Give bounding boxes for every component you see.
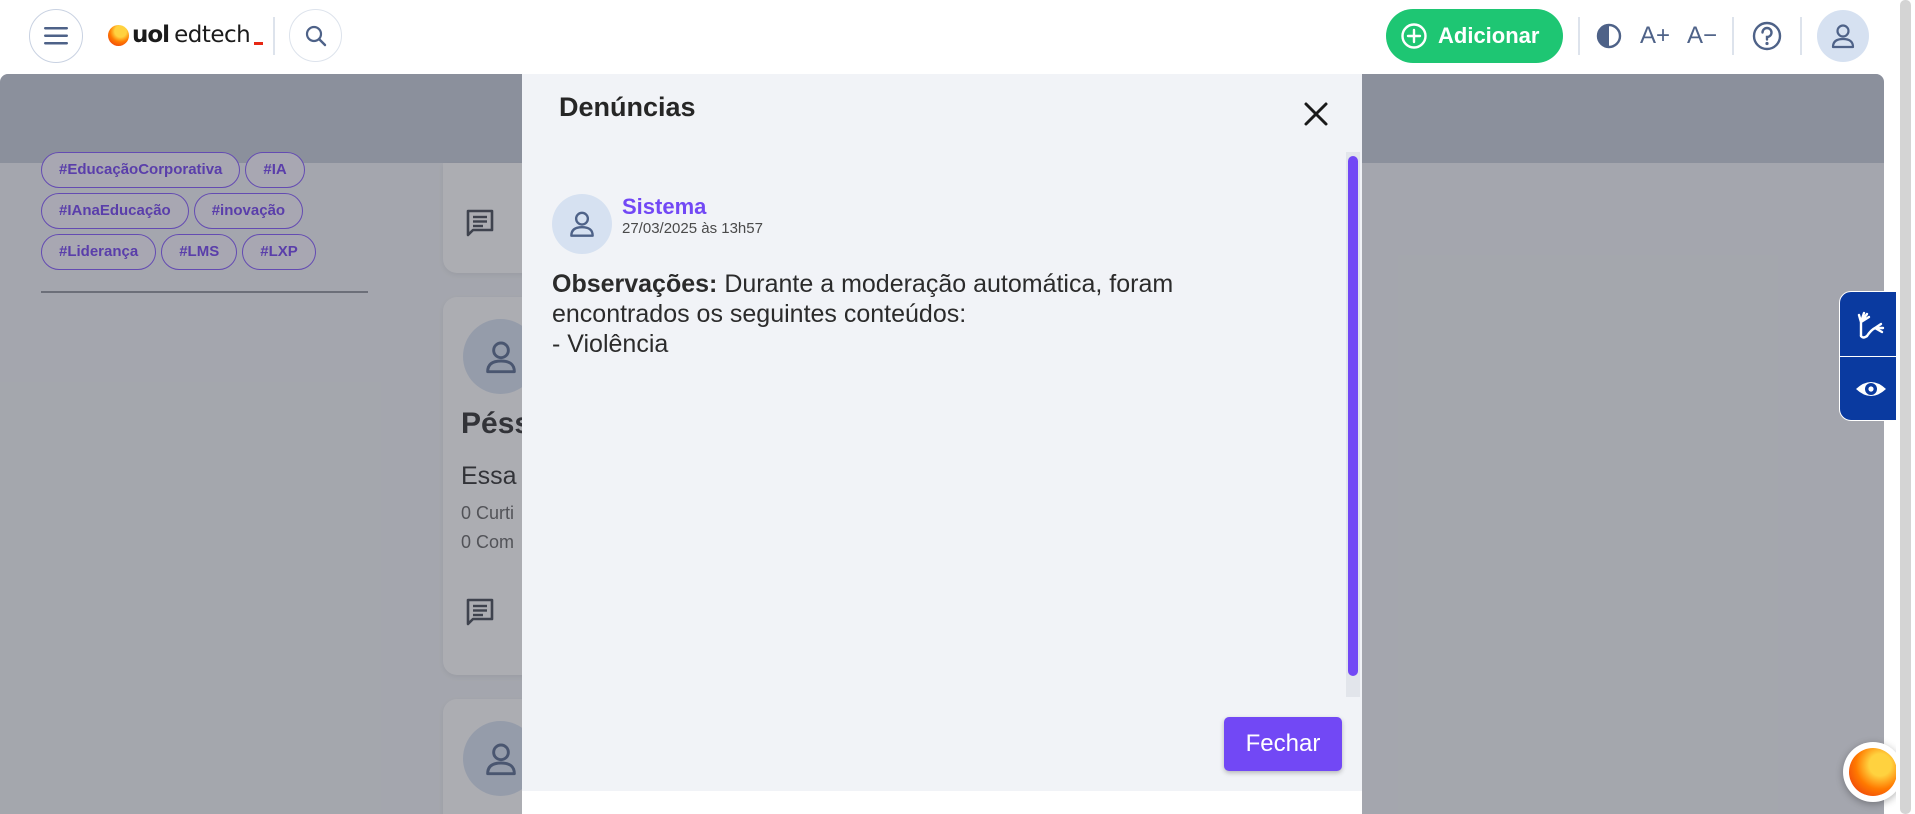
- header-divider: [1732, 17, 1734, 55]
- window-scrollbar-thumb[interactable]: [1900, 0, 1911, 814]
- help-icon: [1752, 21, 1782, 51]
- sign-language-button[interactable]: [1840, 292, 1902, 356]
- sign-language-icon: [1857, 311, 1885, 339]
- logo-ball-icon: [108, 24, 129, 46]
- help-button[interactable]: [1750, 16, 1784, 56]
- observations-item: - Violência: [552, 330, 669, 358]
- add-button[interactable]: Adicionar: [1386, 9, 1563, 63]
- uol-edtech-logo[interactable]: uol edtech: [108, 17, 264, 53]
- plus-circle-icon: [1401, 23, 1427, 49]
- top-header: uol edtech Adicionar A+ A−: [0, 0, 1915, 74]
- header-divider: [1800, 17, 1802, 55]
- observations-line: Observações: Durante a moderação automát…: [552, 269, 1312, 299]
- report-date: 27/03/2025 às 13h57: [622, 220, 763, 237]
- user-icon: [570, 211, 594, 237]
- observations-text: Durante a moderação automática, foram: [724, 270, 1174, 298]
- contrast-toggle[interactable]: [1594, 16, 1624, 56]
- observations-label: Observações:: [552, 270, 718, 298]
- font-increase-button[interactable]: A+: [1638, 16, 1672, 56]
- font-increase-label: A+: [1639, 22, 1671, 49]
- search-icon: [305, 25, 326, 46]
- observations-text: encontrados os seguintes conteúdos:: [552, 300, 967, 328]
- header-divider: [273, 17, 275, 55]
- header-divider: [1578, 17, 1580, 55]
- add-button-label: Adicionar: [1438, 23, 1540, 48]
- font-decrease-label: A−: [1686, 22, 1718, 49]
- search-button[interactable]: [289, 9, 342, 62]
- close-modal-button[interactable]: [1298, 96, 1334, 132]
- menu-button[interactable]: [29, 9, 83, 63]
- eye-icon: [1856, 381, 1886, 396]
- logo-product: edtech: [174, 22, 251, 48]
- report-author-name: Sistema: [622, 194, 707, 219]
- accessibility-widget: [1839, 291, 1903, 421]
- close-icon: [1304, 102, 1328, 126]
- report-author-avatar: [552, 194, 612, 254]
- report-observations: Observações: Durante a moderação automát…: [552, 269, 1312, 359]
- hamburger-icon: [44, 27, 68, 45]
- assistant-logo-icon: [1849, 748, 1897, 796]
- visual-accessibility-button[interactable]: [1840, 356, 1902, 420]
- chat-assistant-button[interactable]: [1843, 742, 1903, 802]
- logo-underscore: [254, 41, 264, 45]
- user-icon: [1831, 24, 1855, 49]
- modal-footer: [522, 791, 1362, 814]
- user-avatar-button[interactable]: [1817, 10, 1869, 62]
- contrast-icon: [1596, 23, 1622, 49]
- fechar-button[interactable]: Fechar: [1224, 717, 1342, 771]
- modal-scrollbar-thumb[interactable]: [1348, 156, 1358, 676]
- modal-title: Denúncias: [559, 92, 696, 122]
- font-decrease-button[interactable]: A−: [1685, 16, 1719, 56]
- reports-modal: Denúncias Sistema 27/03/2025 às 13h57 Ob…: [522, 74, 1362, 814]
- logo-brand: uol: [132, 22, 170, 48]
